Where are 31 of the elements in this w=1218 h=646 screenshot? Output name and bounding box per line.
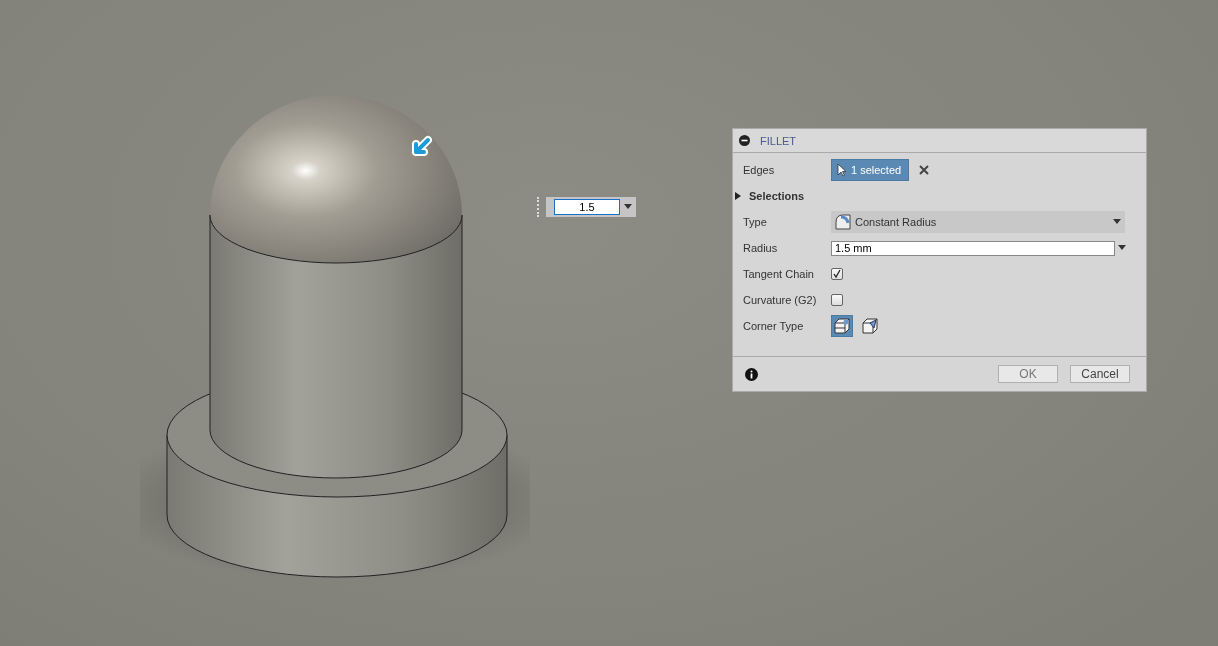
cube-corner-icon [833, 317, 851, 335]
option-label: Curvature (G2) [743, 294, 818, 306]
option-label: Tangent Chain [743, 268, 815, 280]
info-icon[interactable] [745, 367, 758, 381]
radius-input[interactable]: 1.5 [554, 199, 620, 215]
type-dropdown[interactable]: Constant Radius [831, 211, 1125, 233]
checkbox[interactable] [831, 268, 843, 280]
caret-icon [1113, 219, 1121, 225]
caret-icon[interactable] [1118, 245, 1126, 251]
dialog-title: FILLET [760, 134, 797, 147]
clear-icon[interactable] [919, 165, 930, 175]
selection-button[interactable]: 1 selected [831, 159, 910, 181]
drag-handle[interactable] [537, 197, 542, 217]
radius-manipulator[interactable]: 1.5 [546, 197, 636, 217]
radius-field[interactable]: 1.5 mm [831, 240, 1115, 256]
field-label: Radius [743, 242, 779, 254]
collapse-icon[interactable] [739, 135, 750, 146]
field-label: Edges [743, 164, 776, 176]
cancel-button[interactable]: Cancel [1070, 365, 1130, 383]
triangle-icon [735, 192, 741, 200]
corner-type-option[interactable] [831, 315, 853, 337]
selections-section[interactable]: Selections [735, 183, 1146, 209]
corner-type-option[interactable] [859, 315, 881, 337]
ok-button[interactable]: OK [998, 365, 1058, 383]
checkbox[interactable] [831, 294, 843, 306]
fillet-icon [835, 214, 851, 230]
field-label: Type [743, 216, 768, 228]
caret-icon[interactable] [624, 204, 632, 210]
field-label: Corner Type [743, 320, 805, 332]
cube-corner-icon [861, 317, 879, 335]
cursor-icon [837, 163, 847, 177]
